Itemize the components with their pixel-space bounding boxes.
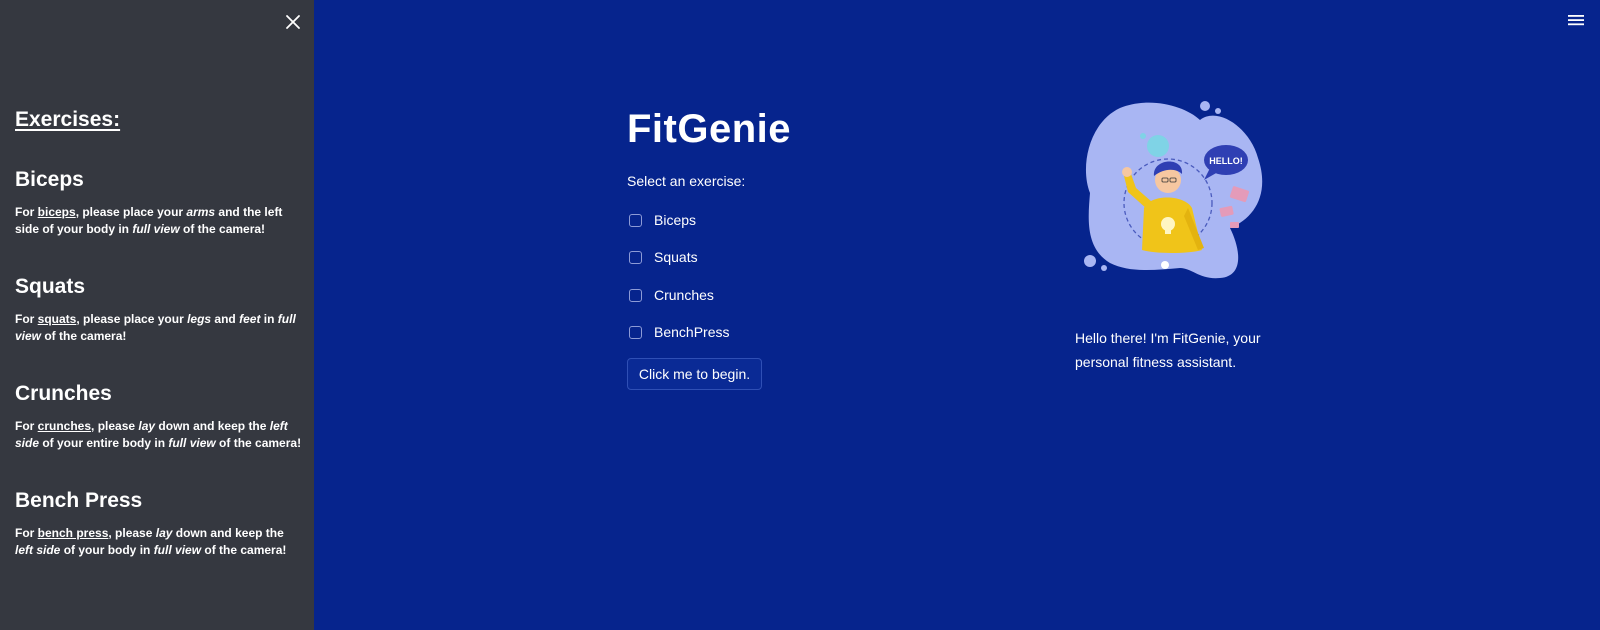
checkbox-crunches[interactable]: Crunches — [629, 285, 714, 305]
exercise-title: Squats — [15, 275, 86, 298]
assistant-illustration: HELLO! — [1084, 101, 1263, 279]
exercise-title: Biceps — [15, 168, 84, 191]
select-exercise-label: Select an exercise: — [627, 173, 746, 189]
checkbox-label: Squats — [654, 249, 698, 265]
checkbox-biceps[interactable]: Biceps — [629, 210, 696, 230]
exercise-description: For squats, please place your legs and f… — [15, 312, 296, 343]
checkbox-squats[interactable]: Squats — [629, 247, 698, 267]
begin-button[interactable]: Click me to begin. — [627, 358, 762, 390]
checkbox-label: Biceps — [654, 212, 697, 228]
checkbox-box[interactable] — [629, 288, 642, 302]
checkbox-box[interactable] — [629, 325, 642, 339]
exercise-description: For biceps, please place your arms and t… — [15, 205, 283, 236]
exercise-info-squats: Squats For squats, please place your leg… — [15, 275, 305, 345]
hamburger-menu-icon[interactable] — [1567, 12, 1585, 28]
close-icon[interactable] — [282, 11, 304, 33]
sidebar-heading: Exercises: — [15, 108, 121, 131]
exercise-description: For bench press, please lay down and kee… — [15, 526, 287, 557]
checkbox-label: BenchPress — [654, 324, 730, 340]
checkbox-box[interactable] — [629, 213, 642, 227]
greeting-text: Hello there! I'm FitGenie, your personal… — [1075, 330, 1261, 370]
exercise-description: For crunches, please lay down and keep t… — [15, 419, 302, 450]
bubble-text: HELLO! — [1209, 156, 1243, 166]
exercise-title: Crunches — [15, 382, 112, 405]
checkbox-benchpress[interactable]: BenchPress — [629, 322, 729, 342]
checkbox-box[interactable] — [629, 250, 642, 264]
checkbox-label: Crunches — [654, 287, 714, 303]
sidebar: Exercises: Biceps For biceps, please pla… — [0, 0, 314, 630]
exercise-info-biceps: Biceps For biceps, please place your arm… — [15, 168, 305, 238]
page-title: FitGenie — [627, 107, 792, 151]
exercise-info-crunches: Crunches For crunches, please lay down a… — [15, 382, 305, 452]
exercise-info-bench-press: Bench Press For bench press, please lay … — [15, 489, 305, 559]
app-window: Exercises: Biceps For biceps, please pla… — [0, 0, 1600, 630]
exercise-title: Bench Press — [15, 489, 143, 512]
